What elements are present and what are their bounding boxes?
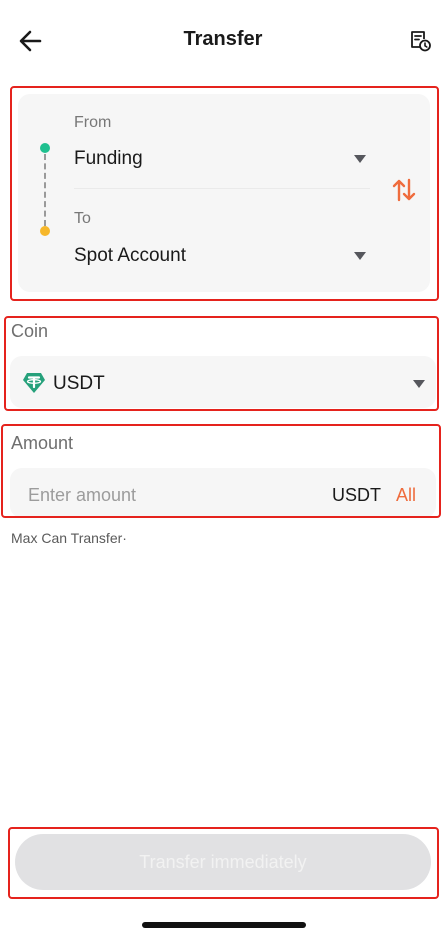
records-history-icon xyxy=(411,31,431,52)
amount-highlight-box xyxy=(1,424,441,518)
transfer-history-button[interactable] xyxy=(406,26,434,56)
max-transfer-text: Max Can Transfer· xyxy=(11,530,127,546)
top-bar: Transfer xyxy=(0,0,446,82)
page-title: Transfer xyxy=(183,28,263,50)
submit-highlight-box xyxy=(8,827,439,899)
coin-highlight-box xyxy=(4,316,439,411)
home-indicator xyxy=(142,922,306,928)
from-to-highlight-box xyxy=(10,86,439,301)
